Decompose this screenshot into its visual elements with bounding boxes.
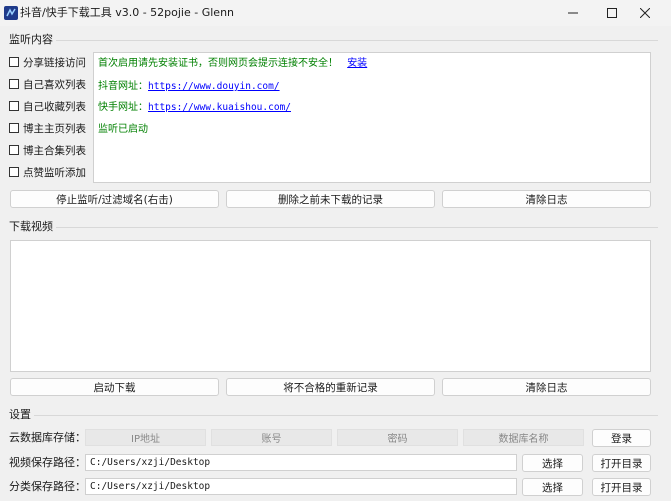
log-douyin-label: 抖音网址： bbox=[98, 81, 148, 92]
checkbox-label: 自己喜欢列表 bbox=[23, 78, 86, 91]
maximize-button[interactable] bbox=[594, 0, 630, 26]
checkbox-label: 点赞监听添加 bbox=[23, 166, 86, 179]
checkbox-box[interactable] bbox=[9, 123, 19, 133]
settings-section-label: 设置 bbox=[9, 408, 31, 421]
download-section-label: 下载视频 bbox=[9, 220, 53, 233]
log-cert-text: 首次启用请先安装证书，否则网页会提示连接不安全！ bbox=[98, 58, 338, 69]
login-button[interactable]: 登录 bbox=[592, 429, 651, 447]
checkbox-box[interactable] bbox=[9, 145, 19, 155]
log-line-kuaishou: 快手网址：https://www.kuaishou.com/ bbox=[98, 101, 291, 114]
checkbox-label: 分享链接访问 bbox=[23, 56, 86, 69]
delete-undownloaded-button[interactable]: 删除之前未下载的记录 bbox=[226, 190, 435, 208]
checkbox-my-favorites[interactable]: 自己收藏列表 bbox=[9, 98, 95, 114]
account-input[interactable]: 账号 bbox=[211, 429, 332, 446]
minimize-icon bbox=[568, 12, 578, 14]
checkbox-label: 博主合集列表 bbox=[23, 144, 86, 157]
window-title: 抖音/快手下载工具 v3.0 - 52pojie - Glenn bbox=[20, 6, 235, 19]
minimize-button[interactable] bbox=[555, 0, 591, 26]
checkbox-box[interactable] bbox=[9, 167, 19, 177]
checkbox-box[interactable] bbox=[9, 79, 19, 89]
app-icon bbox=[4, 6, 18, 20]
ip-address-input[interactable]: IP地址 bbox=[85, 429, 206, 446]
video-path-label: 视频保存路径： bbox=[9, 456, 86, 469]
checkbox-share-link[interactable]: 分享链接访问 bbox=[9, 54, 95, 70]
category-path-input[interactable]: C:/Users/xzji/Desktop bbox=[85, 478, 517, 495]
checkbox-box[interactable] bbox=[9, 57, 19, 67]
checkbox-box[interactable] bbox=[9, 101, 19, 111]
open-video-dir-button[interactable]: 打开目录 bbox=[592, 454, 651, 472]
choose-category-path-button[interactable]: 选择 bbox=[522, 478, 583, 496]
monitor-section-label: 监听内容 bbox=[9, 33, 53, 46]
kuaishou-link[interactable]: https://www.kuaishou.com/ bbox=[148, 102, 291, 113]
checkbox-author-home[interactable]: 博主主页列表 bbox=[9, 120, 95, 136]
checkbox-label: 博主主页列表 bbox=[23, 122, 86, 135]
monitor-log[interactable]: 首次启用请先安装证书，否则网页会提示连接不安全！ 安装 抖音网址：https:/… bbox=[93, 52, 651, 183]
checkbox-label: 自己收藏列表 bbox=[23, 100, 86, 113]
open-category-dir-button[interactable]: 打开目录 bbox=[592, 478, 651, 496]
close-button[interactable] bbox=[627, 0, 663, 26]
choose-video-path-button[interactable]: 选择 bbox=[522, 454, 583, 472]
clear-download-log-button[interactable]: 清除日志 bbox=[442, 378, 651, 396]
database-name-input[interactable]: 数据库名称 bbox=[463, 429, 584, 446]
start-download-button[interactable]: 启动下载 bbox=[10, 378, 219, 396]
rerecord-button[interactable]: 将不合格的重新记录 bbox=[226, 378, 435, 396]
category-path-label: 分类保存路径： bbox=[9, 480, 86, 493]
checkbox-like-monitor[interactable]: 点赞监听添加 bbox=[9, 164, 95, 180]
close-icon bbox=[640, 8, 650, 18]
log-line-cert: 首次启用请先安装证书，否则网页会提示连接不安全！ 安装 bbox=[98, 57, 367, 70]
download-divider bbox=[56, 227, 658, 228]
video-path-input[interactable]: C:/Users/xzji/Desktop bbox=[85, 454, 517, 471]
install-link[interactable]: 安装 bbox=[347, 58, 367, 69]
checkbox-my-likes[interactable]: 自己喜欢列表 bbox=[9, 76, 95, 92]
settings-divider bbox=[34, 415, 658, 416]
log-kuaishou-label: 快手网址： bbox=[98, 102, 148, 113]
cloud-db-label: 云数据库存储： bbox=[9, 431, 86, 444]
download-log[interactable] bbox=[10, 240, 651, 372]
douyin-link[interactable]: https://www.douyin.com/ bbox=[148, 81, 280, 92]
password-input[interactable]: 密码 bbox=[337, 429, 458, 446]
monitor-divider bbox=[56, 40, 658, 41]
stop-monitor-button[interactable]: 停止监听/过滤域名(右击) bbox=[10, 190, 219, 208]
log-monitor-started: 监听已启动 bbox=[98, 124, 148, 135]
log-line-douyin: 抖音网址：https://www.douyin.com/ bbox=[98, 80, 280, 93]
maximize-icon bbox=[607, 8, 617, 18]
checkbox-author-collection[interactable]: 博主合集列表 bbox=[9, 142, 95, 158]
clear-monitor-log-button[interactable]: 清除日志 bbox=[442, 190, 651, 208]
